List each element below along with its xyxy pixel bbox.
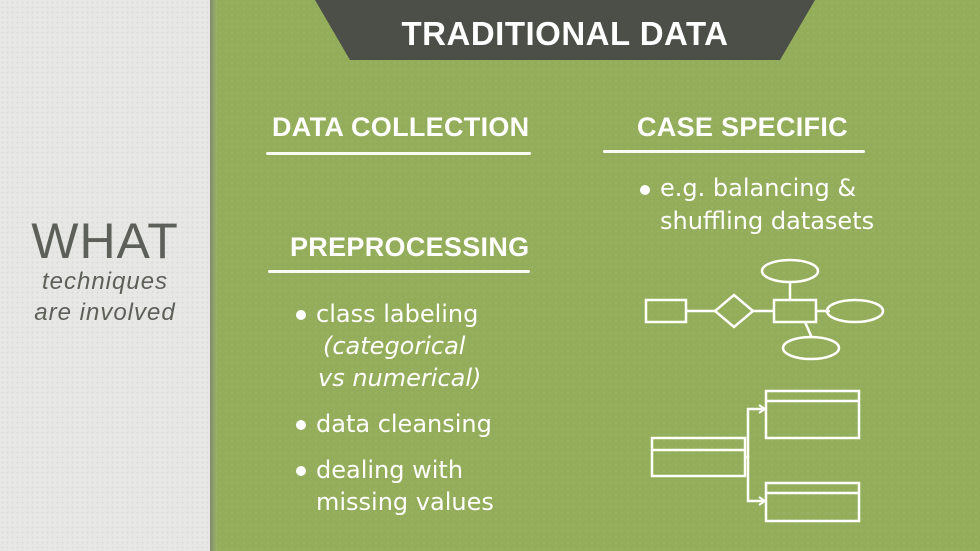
bullet-balancing-line2: shuffling datasets [660,207,875,235]
preprocessing-heading: PREPROCESSING [290,232,530,262]
bullet-class-labeling-line2: (categorical [323,332,466,360]
bullet-missing-values-line2: missing values [316,488,494,516]
bullet-dot [296,420,306,430]
case-specific-underline [603,150,865,153]
bullet-dot [640,185,650,195]
bullet-balancing: e.g. balancing & [660,174,857,202]
sidebar-title: WHAT [31,213,179,269]
bullet-class-labeling-line3: vs numerical) [318,364,482,392]
sidebar-subtitle-line1: techniques [41,268,169,295]
bullet-data-cleansing: data cleansing [316,410,492,438]
preprocessing-underline [268,270,530,273]
bullet-dot [296,466,306,476]
sidebar-subtitle-line2: are involved [34,299,176,326]
sidebar-divider [210,0,217,551]
entity-relationship-diagram-icon [644,258,885,361]
table-hierarchy-diagram-icon [650,389,861,523]
data-collection-underline [266,152,531,155]
bullet-dot [296,310,306,320]
bullet-missing-values: dealing with [316,456,464,484]
case-specific-heading: CASE SPECIFIC [637,112,848,142]
data-collection-heading: DATA COLLECTION [272,112,530,142]
bullet-class-labeling: class labeling [316,300,479,328]
banner-title: TRADITIONAL DATA [401,15,729,52]
